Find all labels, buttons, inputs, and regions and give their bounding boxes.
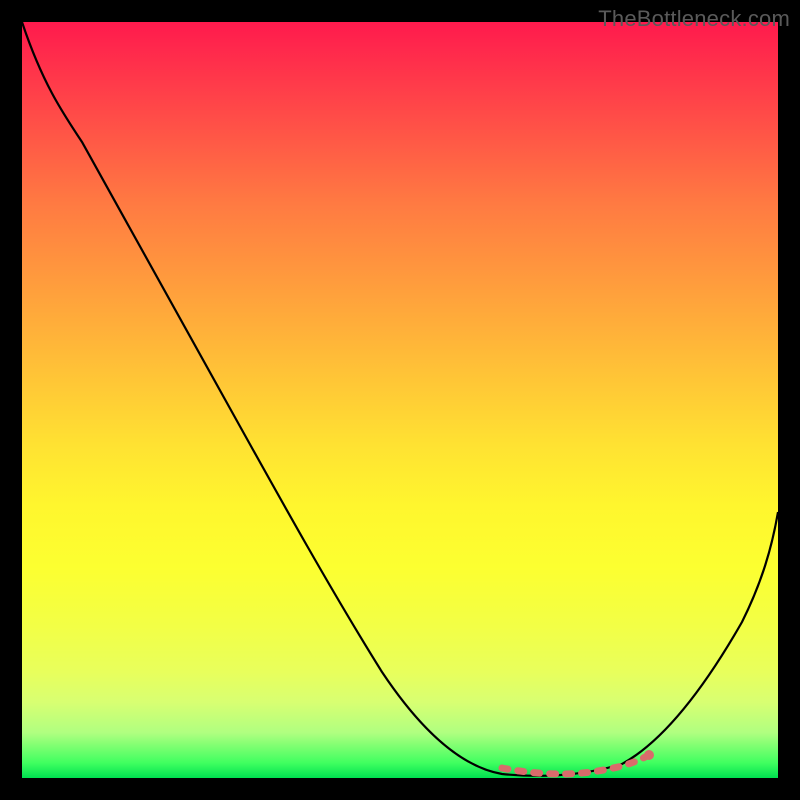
bottleneck-curve [22,22,778,776]
highlight-end-dot [644,750,654,760]
chart-frame: TheBottleneck.com [0,0,800,800]
watermark-text: TheBottleneck.com [598,6,790,32]
chart-plot-area [22,22,778,778]
chart-svg [22,22,778,778]
highlight-segment [502,756,647,774]
